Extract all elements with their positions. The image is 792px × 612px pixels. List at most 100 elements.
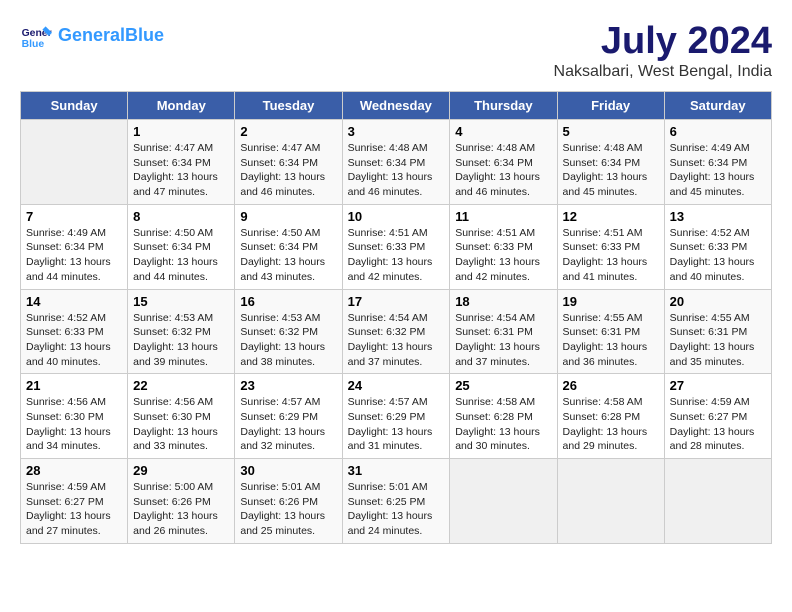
cell-info: Sunrise: 4:52 AMSunset: 6:33 PMDaylight:…	[26, 311, 122, 370]
calendar-cell: 11 Sunrise: 4:51 AMSunset: 6:33 PMDayligh…	[450, 204, 557, 289]
day-number: 10	[348, 209, 445, 224]
cell-info: Sunrise: 4:48 AMSunset: 6:34 PMDaylight:…	[348, 141, 445, 200]
cell-info: Sunrise: 4:49 AMSunset: 6:34 PMDaylight:…	[670, 141, 766, 200]
day-number: 4	[455, 124, 551, 139]
calendar-cell: 8 Sunrise: 4:50 AMSunset: 6:34 PMDaylight…	[128, 204, 235, 289]
day-number: 6	[670, 124, 766, 139]
day-number: 31	[348, 463, 445, 478]
day-number: 25	[455, 378, 551, 393]
cell-info: Sunrise: 4:59 AMSunset: 6:27 PMDaylight:…	[670, 395, 766, 454]
cell-info: Sunrise: 4:58 AMSunset: 6:28 PMDaylight:…	[455, 395, 551, 454]
cell-info: Sunrise: 4:57 AMSunset: 6:29 PMDaylight:…	[240, 395, 336, 454]
calendar-cell: 12 Sunrise: 4:51 AMSunset: 6:33 PMDayligh…	[557, 204, 664, 289]
calendar-cell	[450, 459, 557, 544]
calendar-cell: 18 Sunrise: 4:54 AMSunset: 6:31 PMDayligh…	[450, 289, 557, 374]
cell-info: Sunrise: 4:49 AMSunset: 6:34 PMDaylight:…	[26, 226, 122, 285]
cell-info: Sunrise: 4:50 AMSunset: 6:34 PMDaylight:…	[133, 226, 229, 285]
calendar-cell: 22 Sunrise: 4:56 AMSunset: 6:30 PMDayligh…	[128, 374, 235, 459]
day-number: 3	[348, 124, 445, 139]
calendar-cell: 6 Sunrise: 4:49 AMSunset: 6:34 PMDaylight…	[664, 120, 771, 205]
header-row: SundayMondayTuesdayWednesdayThursdayFrid…	[21, 92, 772, 120]
header-cell-sunday: Sunday	[21, 92, 128, 120]
cell-info: Sunrise: 4:47 AMSunset: 6:34 PMDaylight:…	[240, 141, 336, 200]
day-number: 7	[26, 209, 122, 224]
calendar-cell: 29Sunrise: 5:00 AMSunset: 6:26 PMDayligh…	[128, 459, 235, 544]
day-number: 12	[563, 209, 659, 224]
logo-icon: General Blue	[20, 20, 52, 52]
header-cell-monday: Monday	[128, 92, 235, 120]
calendar-cell	[557, 459, 664, 544]
calendar-cell: 2 Sunrise: 4:47 AMSunset: 6:34 PMDaylight…	[235, 120, 342, 205]
cell-info: Sunrise: 4:51 AMSunset: 6:33 PMDaylight:…	[348, 226, 445, 285]
header-cell-saturday: Saturday	[664, 92, 771, 120]
svg-text:Blue: Blue	[22, 39, 45, 50]
day-number: 18	[455, 294, 551, 309]
day-number: 24	[348, 378, 445, 393]
header-cell-wednesday: Wednesday	[342, 92, 450, 120]
calendar-cell: 15 Sunrise: 4:53 AMSunset: 6:32 PMDayligh…	[128, 289, 235, 374]
cell-info: Sunrise: 5:01 AMSunset: 6:25 PMDaylight:…	[348, 480, 445, 539]
calendar-table: SundayMondayTuesdayWednesdayThursdayFrid…	[20, 91, 772, 544]
day-number: 23	[240, 378, 336, 393]
calendar-cell: 25 Sunrise: 4:58 AMSunset: 6:28 PMDayligh…	[450, 374, 557, 459]
calendar-cell: 5Sunrise: 4:48 AMSunset: 6:34 PMDaylight…	[557, 120, 664, 205]
day-number: 26	[563, 378, 659, 393]
cell-info: Sunrise: 4:48 AMSunset: 6:34 PMDaylight:…	[455, 141, 551, 200]
calendar-cell: 27 Sunrise: 4:59 AMSunset: 6:27 PMDayligh…	[664, 374, 771, 459]
calendar-cell: 28Sunrise: 4:59 AMSunset: 6:27 PMDayligh…	[21, 459, 128, 544]
cell-info: Sunrise: 5:01 AMSunset: 6:26 PMDaylight:…	[240, 480, 336, 539]
calendar-cell: 23 Sunrise: 4:57 AMSunset: 6:29 PMDayligh…	[235, 374, 342, 459]
calendar-cell	[664, 459, 771, 544]
day-number: 15	[133, 294, 229, 309]
week-row-4: 21Sunrise: 4:56 AMSunset: 6:30 PMDayligh…	[21, 374, 772, 459]
calendar-cell: 4 Sunrise: 4:48 AMSunset: 6:34 PMDaylight…	[450, 120, 557, 205]
cell-info: Sunrise: 4:56 AMSunset: 6:30 PMDaylight:…	[26, 395, 122, 454]
cell-info: Sunrise: 4:54 AMSunset: 6:31 PMDaylight:…	[455, 311, 551, 370]
calendar-cell: 19Sunrise: 4:55 AMSunset: 6:31 PMDayligh…	[557, 289, 664, 374]
week-row-2: 7 Sunrise: 4:49 AMSunset: 6:34 PMDaylight…	[21, 204, 772, 289]
cell-info: Sunrise: 4:53 AMSunset: 6:32 PMDaylight:…	[240, 311, 336, 370]
calendar-cell: 7 Sunrise: 4:49 AMSunset: 6:34 PMDaylight…	[21, 204, 128, 289]
location-title: Naksalbari, West Bengal, India	[554, 63, 772, 81]
day-number: 30	[240, 463, 336, 478]
day-number: 11	[455, 209, 551, 224]
day-number: 8	[133, 209, 229, 224]
calendar-cell: 20 Sunrise: 4:55 AMSunset: 6:31 PMDayligh…	[664, 289, 771, 374]
day-number: 13	[670, 209, 766, 224]
cell-info: Sunrise: 4:53 AMSunset: 6:32 PMDaylight:…	[133, 311, 229, 370]
cell-info: Sunrise: 4:56 AMSunset: 6:30 PMDaylight:…	[133, 395, 229, 454]
logo: General Blue GeneralBlue	[20, 20, 164, 52]
day-number: 17	[348, 294, 445, 309]
day-number: 20	[670, 294, 766, 309]
logo-text-line1: GeneralBlue	[58, 26, 164, 46]
calendar-cell: 26Sunrise: 4:58 AMSunset: 6:28 PMDayligh…	[557, 374, 664, 459]
day-number: 22	[133, 378, 229, 393]
day-number: 5	[563, 124, 659, 139]
calendar-cell: 17Sunrise: 4:54 AMSunset: 6:32 PMDayligh…	[342, 289, 450, 374]
day-number: 16	[240, 294, 336, 309]
calendar-cell: 3 Sunrise: 4:48 AMSunset: 6:34 PMDaylight…	[342, 120, 450, 205]
calendar-cell: 30 Sunrise: 5:01 AMSunset: 6:26 PMDayligh…	[235, 459, 342, 544]
calendar-cell	[21, 120, 128, 205]
cell-info: Sunrise: 4:51 AMSunset: 6:33 PMDaylight:…	[455, 226, 551, 285]
day-number: 14	[26, 294, 122, 309]
day-number: 27	[670, 378, 766, 393]
cell-info: Sunrise: 4:52 AMSunset: 6:33 PMDaylight:…	[670, 226, 766, 285]
day-number: 19	[563, 294, 659, 309]
day-number: 1	[133, 124, 229, 139]
week-row-3: 14 Sunrise: 4:52 AMSunset: 6:33 PMDayligh…	[21, 289, 772, 374]
cell-info: Sunrise: 5:00 AMSunset: 6:26 PMDaylight:…	[133, 480, 229, 539]
title-area: July 2024 Naksalbari, West Bengal, India	[554, 20, 772, 81]
cell-info: Sunrise: 4:55 AMSunset: 6:31 PMDaylight:…	[670, 311, 766, 370]
calendar-cell: 1Sunrise: 4:47 AMSunset: 6:34 PMDaylight…	[128, 120, 235, 205]
week-row-1: 1 Sunrise: 4:47 AMSunset: 6:34 PMDaylight…	[21, 120, 772, 205]
header: General Blue GeneralBlue July 2024 Naksa…	[20, 20, 772, 81]
calendar-cell: 14 Sunrise: 4:52 AMSunset: 6:33 PMDayligh…	[21, 289, 128, 374]
cell-info: Sunrise: 4:51 AMSunset: 6:33 PMDaylight:…	[563, 226, 659, 285]
day-number: 2	[240, 124, 336, 139]
calendar-cell: 31 Sunrise: 5:01 AMSunset: 6:25 PMDayligh…	[342, 459, 450, 544]
day-number: 9	[240, 209, 336, 224]
month-title: July 2024	[554, 20, 772, 63]
week-row-5: 28Sunrise: 4:59 AMSunset: 6:27 PMDayligh…	[21, 459, 772, 544]
cell-info: Sunrise: 4:59 AMSunset: 6:27 PMDaylight:…	[26, 480, 122, 539]
